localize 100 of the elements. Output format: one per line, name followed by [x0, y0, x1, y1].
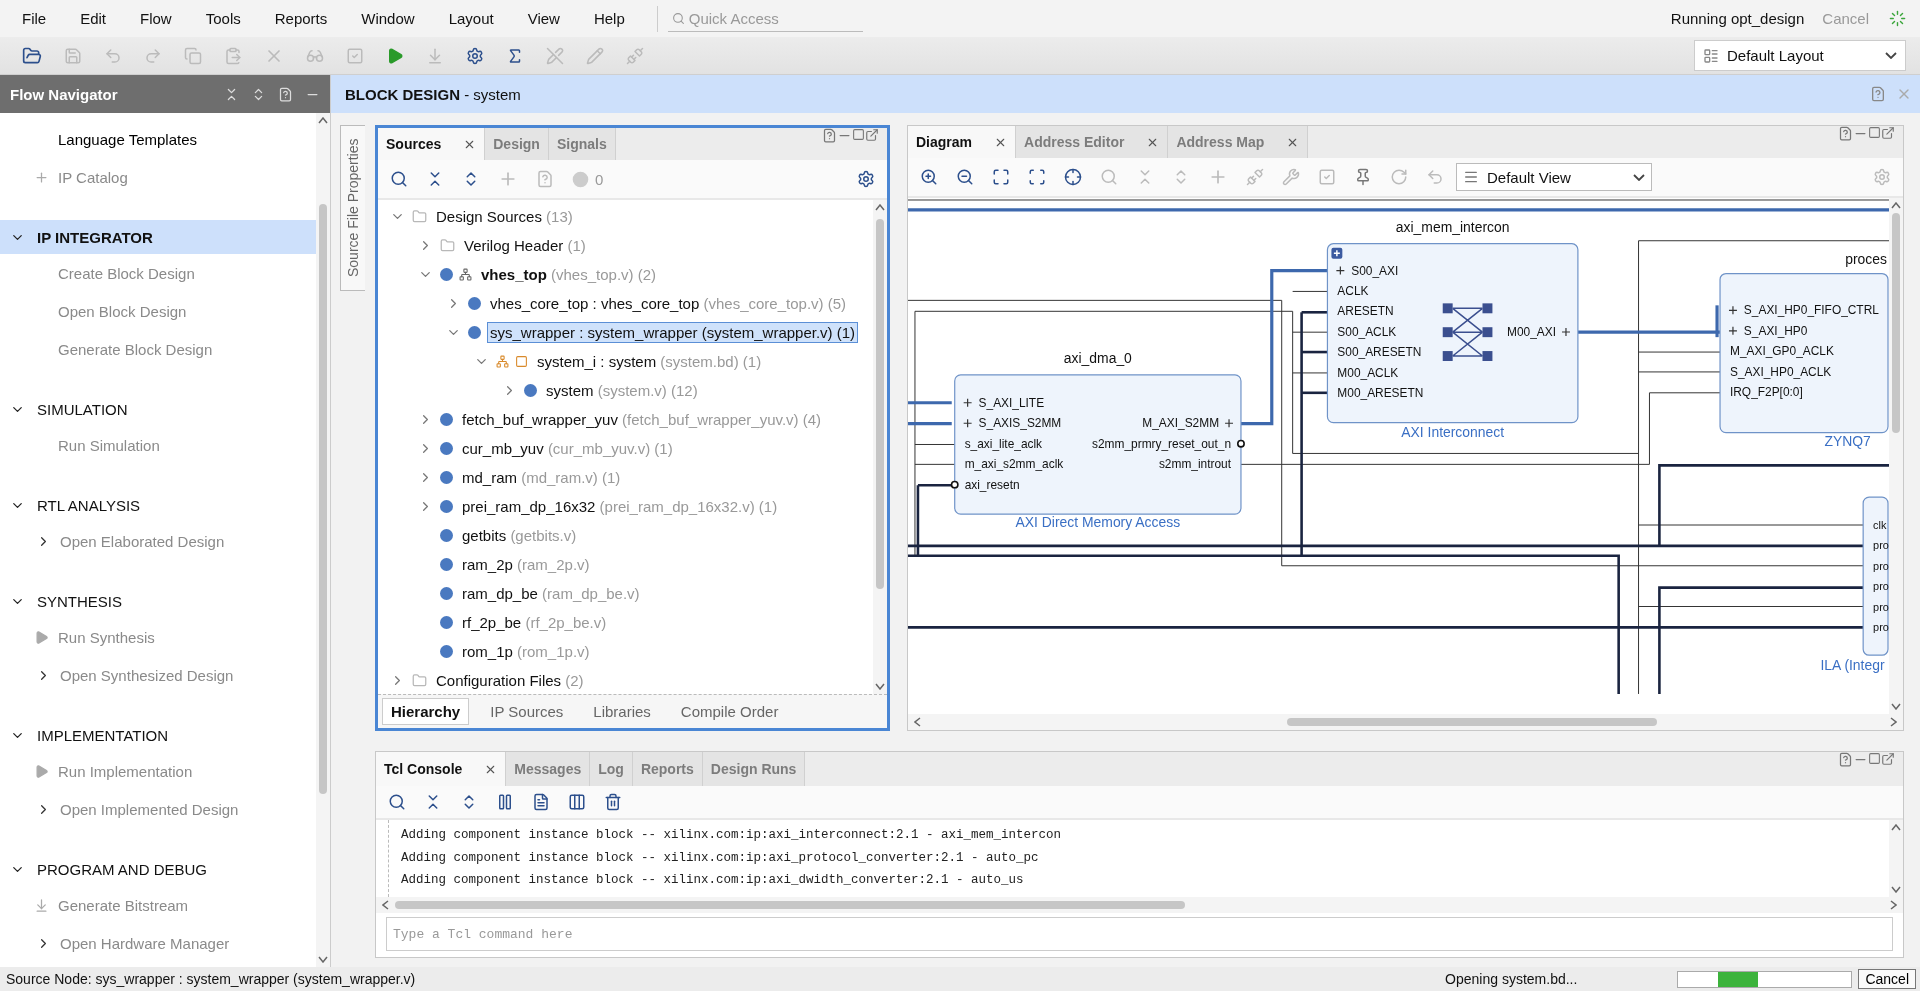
ip-block[interactable]	[954, 374, 1242, 515]
tab[interactable]: Compile Order	[671, 698, 788, 725]
tree-item[interactable]: sys_wrapper : system_wrapper (system_wrapper.v) (1)	[487, 322, 859, 343]
tree-item[interactable]: ram_dp_be (ram_dp_be.v)	[459, 583, 643, 604]
section-header[interactable]: RTL ANALYSIS	[0, 488, 316, 522]
float-icon[interactable]	[865, 128, 879, 142]
checkbox-icon[interactable]	[346, 46, 364, 65]
menu-item[interactable]: Flow	[128, 10, 186, 27]
tree-item[interactable]: fetch_buf_wrapper_yuv (fetch_buf_wrapper_yuv.v) (4)	[459, 409, 825, 430]
section-header[interactable]: SIMULATION	[0, 392, 316, 426]
tree-item[interactable]: cur_mb_yuv (cur_mb_yuv.v) (1)	[459, 438, 676, 459]
menu-item[interactable]: Edit	[68, 10, 121, 27]
scrollbar[interactable]	[908, 714, 1903, 730]
maximize-icon[interactable]	[852, 128, 865, 141]
menu-item[interactable]: View	[515, 10, 574, 27]
scroll-right-icon[interactable]	[1890, 900, 1897, 910]
tab[interactable]: Sources	[378, 128, 486, 160]
side-tab[interactable]: Source File Properties	[340, 125, 365, 291]
tree-item[interactable]: Verilog Header (1)	[461, 235, 589, 256]
scrollbar[interactable]	[376, 897, 1903, 913]
scroll-left-icon[interactable]	[382, 900, 389, 910]
document-icon[interactable]	[532, 793, 550, 811]
scrollbar[interactable]	[1889, 820, 1903, 897]
tab[interactable]: Hierarchy	[382, 698, 470, 725]
tree-item[interactable]: ram_2p (ram_2p.v)	[459, 554, 593, 575]
scroll-down-icon[interactable]	[1891, 703, 1901, 710]
scrollbar-thumb[interactable]	[1287, 718, 1657, 726]
help-icon[interactable]	[1870, 86, 1886, 102]
scroll-up-icon[interactable]	[1891, 824, 1901, 831]
fit-icon[interactable]	[992, 168, 1010, 186]
help-icon[interactable]	[1838, 752, 1853, 767]
cancel-button[interactable]: Cancel	[1858, 969, 1916, 989]
float-icon[interactable]	[1881, 752, 1895, 766]
tree-item[interactable]: system (system.v) (12)	[543, 380, 701, 401]
scroll-up-icon[interactable]	[1891, 202, 1901, 209]
search-icon[interactable]	[390, 170, 408, 188]
tree-item[interactable]: Design Sources (13)	[433, 206, 576, 227]
tree-item[interactable]: getbits (getbits.v)	[459, 525, 580, 546]
ip-block[interactable]	[1326, 243, 1579, 424]
menu-item[interactable]: File	[10, 10, 61, 27]
search-icon[interactable]	[388, 793, 406, 811]
folder-icon[interactable]	[22, 45, 42, 66]
scroll-up-icon[interactable]	[318, 117, 328, 124]
menu-item[interactable]: Reports	[262, 10, 342, 27]
pin-icon[interactable]	[1354, 168, 1372, 186]
zoom-out-icon[interactable]	[956, 168, 974, 186]
scroll-down-icon[interactable]	[318, 956, 328, 963]
ip-block[interactable]	[1719, 272, 1889, 434]
menu-item[interactable]: Help	[581, 10, 639, 27]
scroll-up-icon[interactable]	[875, 204, 885, 211]
float-icon[interactable]	[1881, 126, 1895, 140]
scrollbar-thumb[interactable]	[395, 901, 1185, 909]
crosshair-icon[interactable]	[1064, 168, 1082, 186]
tree-item[interactable]: md_ram (md_ram.v) (1)	[459, 467, 624, 488]
scroll-down-icon[interactable]	[875, 683, 885, 690]
maximize-icon[interactable]	[1868, 126, 1881, 139]
scrollbar[interactable]	[873, 200, 887, 694]
help-icon[interactable]	[1838, 126, 1853, 141]
tree-item[interactable]: rom_1p (rom_1p.v)	[459, 641, 593, 662]
tree-item[interactable]: vhes_core_top : vhes_core_top (vhes_core_top.v) (5)	[487, 293, 850, 314]
zoom-in-icon[interactable]	[920, 168, 938, 186]
tab[interactable]: Tcl Console	[376, 752, 507, 786]
menu-item[interactable]: Window	[349, 10, 429, 27]
scrollbar-thumb[interactable]	[319, 204, 327, 794]
checkbox-icon[interactable]	[1318, 168, 1336, 186]
scroll-left-icon[interactable]	[914, 717, 921, 727]
tree-item[interactable]: rf_2p_be (rf_2p_be.v)	[459, 612, 610, 633]
columns-icon[interactable]	[568, 793, 586, 811]
section-header[interactable]: SYNTHESIS	[0, 584, 316, 618]
help-icon[interactable]	[822, 128, 837, 143]
maximize-icon[interactable]	[1868, 752, 1881, 765]
pause-icon[interactable]	[496, 793, 514, 811]
select-area-icon[interactable]	[1028, 168, 1046, 186]
scrollbar-thumb[interactable]	[1892, 213, 1900, 433]
play-icon[interactable]	[386, 46, 404, 65]
scroll-right-icon[interactable]	[1890, 717, 1897, 727]
settings-icon[interactable]	[466, 46, 484, 65]
menu-item[interactable]: Tools	[193, 10, 255, 27]
section-header[interactable]: IP INTEGRATOR	[0, 220, 316, 254]
tcl-input-field[interactable]: Type a Tcl command here	[386, 917, 1893, 951]
tree-item[interactable]: vhes_top (vhes_top.v) (2)	[478, 264, 660, 285]
view-select[interactable]: Default View	[1456, 163, 1652, 191]
tree-item[interactable]: system_i : system (system.bd) (1)	[534, 351, 765, 372]
scroll-down-icon[interactable]	[1891, 886, 1901, 893]
layout-select[interactable]: Default Layout	[1694, 40, 1906, 71]
tab[interactable]: IP Sources	[481, 698, 573, 725]
menu-item[interactable]: Layout	[436, 10, 508, 27]
tree-item[interactable]: Configuration Files (2)	[433, 670, 587, 691]
ip-block[interactable]	[1862, 496, 1889, 656]
section-header[interactable]: PROGRAM AND DEBUG	[0, 852, 316, 886]
tree-item[interactable]: prei_ram_dp_16x32 (prei_ram_dp_16x32.v) (1)	[459, 496, 781, 517]
scrollbar[interactable]	[316, 113, 330, 967]
expand-icon[interactable]	[1331, 247, 1343, 259]
scrollbar-thumb[interactable]	[876, 219, 884, 589]
tab[interactable]: Diagram	[908, 126, 1017, 158]
tab[interactable]: Libraries	[584, 698, 660, 725]
trash-icon[interactable]	[604, 793, 622, 811]
nav-item[interactable]: Language Templates	[58, 130, 197, 148]
settings-icon[interactable]	[857, 170, 875, 188]
section-header[interactable]: IMPLEMENTATION	[0, 718, 316, 752]
